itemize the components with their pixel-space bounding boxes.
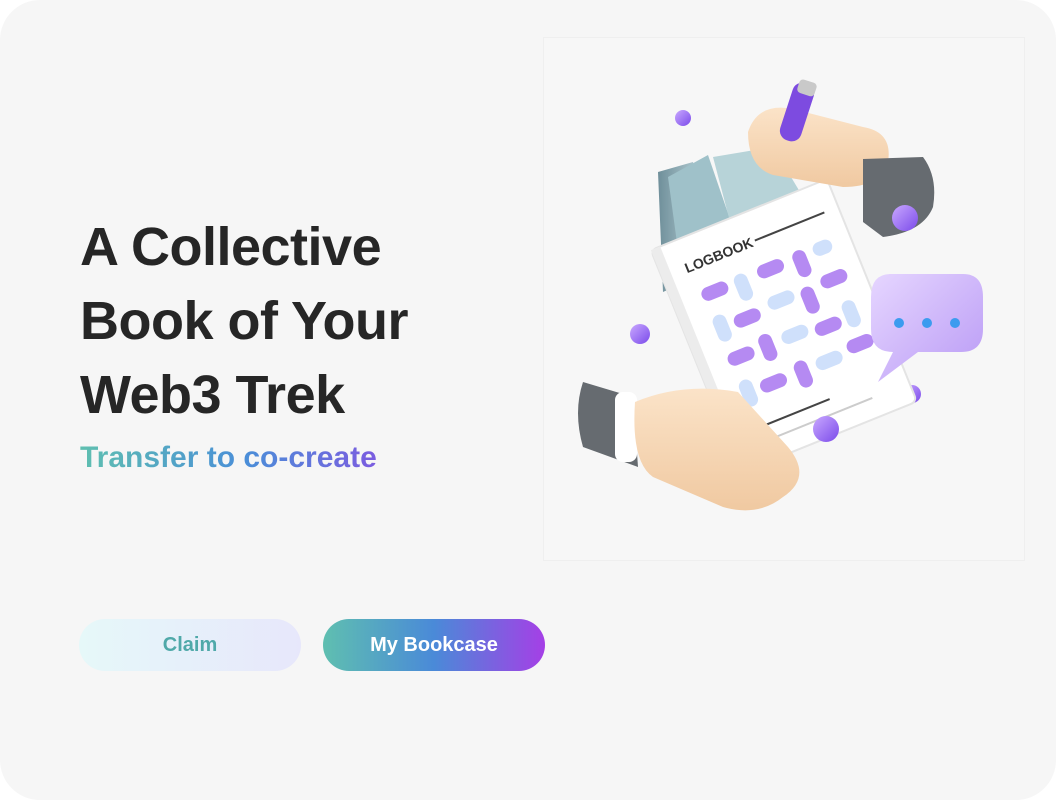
claim-button[interactable]: Claim <box>79 619 301 671</box>
headline-line-1: A Collective <box>80 217 382 277</box>
logbook-hands-icon: LOGBOOK <box>578 79 983 511</box>
hero-illustration: LOGBOOK <box>543 37 1025 561</box>
headline-line-3: Web3 Trek <box>80 365 345 425</box>
subtitle: Transfer to co-create <box>80 438 377 478</box>
headline-line-2: Book of Your <box>80 291 409 351</box>
hero-card: A Collective Book of Your Web3 Trek Tran… <box>0 0 1056 800</box>
headline: A Collective Book of Your Web3 Trek <box>80 210 520 432</box>
my-bookcase-button[interactable]: My Bookcase <box>323 619 545 671</box>
